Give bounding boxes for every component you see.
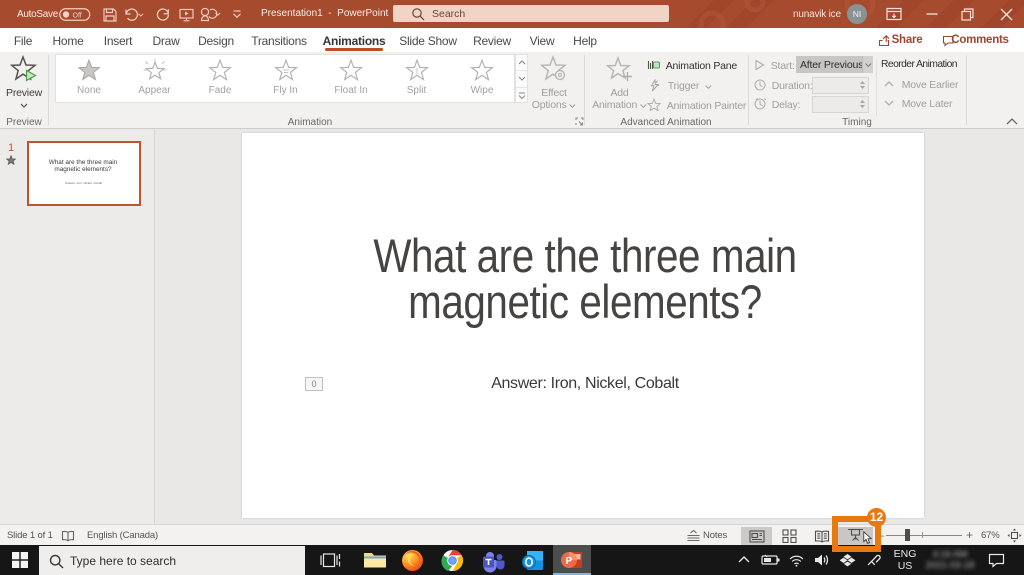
svg-text:Off: Off <box>73 12 82 19</box>
svg-text:P: P <box>566 556 573 567</box>
